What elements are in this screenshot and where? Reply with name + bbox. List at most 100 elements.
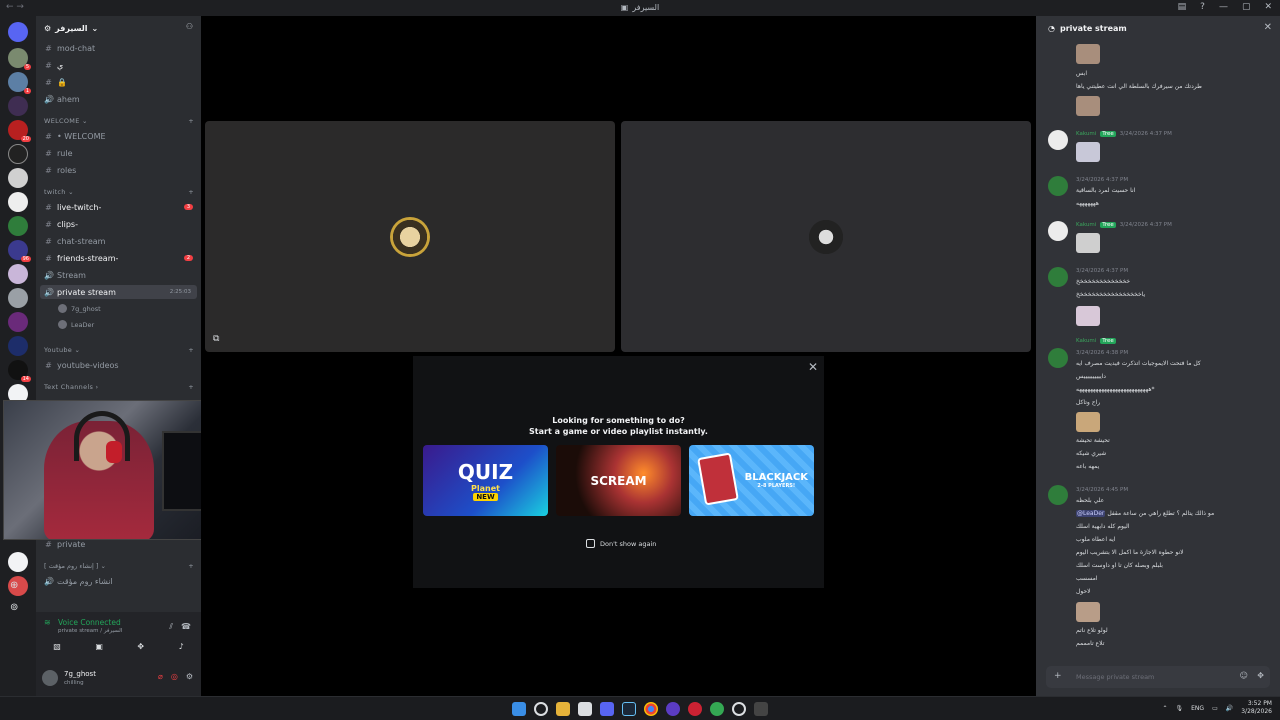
- app-icon[interactable]: [688, 702, 702, 716]
- participant-tile[interactable]: ⧉: [205, 121, 615, 352]
- dont-show-again[interactable]: Don't show again: [586, 539, 656, 548]
- server-icon[interactable]: [8, 216, 28, 236]
- mute-icon[interactable]: ⌀: [158, 672, 163, 681]
- channel-ya[interactable]: # ي: [40, 58, 197, 72]
- activity-card-blackjack[interactable]: BLACKJACK 2-8 PLAYERS!: [689, 445, 814, 516]
- add-channel-icon[interactable]: +: [188, 383, 194, 391]
- back-forward-icon[interactable]: ← →: [6, 2, 24, 12]
- username[interactable]: 7g_ghost: [64, 670, 96, 678]
- popout-icon[interactable]: ⧉: [213, 334, 219, 344]
- disconnect-icon[interactable]: ☎: [181, 622, 191, 631]
- server-icon[interactable]: [8, 168, 28, 188]
- inbox-icon[interactable]: ▤: [1178, 2, 1187, 12]
- home-button[interactable]: [8, 22, 28, 42]
- user-mention[interactable]: @LeaDer: [1076, 510, 1106, 517]
- chrome-icon[interactable]: [644, 702, 658, 716]
- channel-clips[interactable]: # clips-: [40, 217, 197, 231]
- app-icon[interactable]: [754, 702, 768, 716]
- category-welcome[interactable]: WELCOME ⌄ +: [44, 117, 194, 125]
- voice-channel-ahem[interactable]: 🔊 ahem: [40, 92, 197, 106]
- server-icon[interactable]: 96: [8, 240, 31, 262]
- category-temp-room[interactable]: [ إنشاء روم مؤقت ] ⌄ +: [44, 562, 194, 570]
- close-icon[interactable]: ✕: [808, 360, 818, 374]
- discord-app-icon[interactable]: [600, 702, 614, 716]
- network-icon[interactable]: ▭: [1212, 705, 1218, 712]
- app-icon[interactable]: [666, 702, 680, 716]
- avatar[interactable]: [42, 670, 58, 686]
- camera-off-icon[interactable]: ▧: [53, 642, 61, 651]
- close-window-button[interactable]: ✕: [1264, 2, 1272, 12]
- start-icon[interactable]: [512, 702, 526, 716]
- chevron-up-icon[interactable]: ⌃: [1162, 705, 1167, 712]
- voice-status[interactable]: Voice Connected: [58, 618, 121, 627]
- volume-icon[interactable]: 🔊: [1226, 705, 1233, 712]
- activity-card-quiz[interactable]: QUIZ Planet NEW: [423, 445, 548, 516]
- invite-icon[interactable]: ⚇: [186, 22, 193, 31]
- server-icon[interactable]: 20: [8, 120, 31, 142]
- emoji-icon[interactable]: ☺: [1240, 671, 1248, 680]
- chrome-dev-icon[interactable]: [710, 702, 724, 716]
- server-icon[interactable]: [8, 288, 28, 308]
- avatar[interactable]: [1048, 221, 1068, 241]
- settings-icon[interactable]: ⚙: [186, 672, 193, 681]
- checkbox[interactable]: [586, 539, 595, 548]
- avatar[interactable]: [1048, 485, 1068, 505]
- server-icon[interactable]: [8, 96, 28, 116]
- minimize-button[interactable]: —: [1219, 2, 1228, 12]
- message-input[interactable]: Message private stream: [1076, 673, 1154, 681]
- apps-icon[interactable]: ✥: [1257, 671, 1264, 680]
- language-indicator[interactable]: ENG: [1191, 705, 1204, 712]
- channel-locked[interactable]: # 🔒: [40, 75, 197, 89]
- voice-channel-private-stream[interactable]: 🔊 private stream 2:25:03: [40, 285, 197, 299]
- category-text-channels[interactable]: Text Channels › +: [44, 383, 194, 391]
- avatar[interactable]: [1048, 176, 1068, 196]
- server-icon[interactable]: [8, 192, 28, 212]
- channel-live-twitch[interactable]: # live-twitch- 3: [40, 200, 197, 214]
- channel-youtube-videos[interactable]: # youtube-videos: [40, 358, 197, 372]
- screen-share-icon[interactable]: ▣: [95, 642, 103, 651]
- channel-chat-stream[interactable]: # chat-stream: [40, 234, 197, 248]
- settings-icon[interactable]: [732, 702, 746, 716]
- channel-mod-chat[interactable]: # mod-chat: [40, 41, 197, 55]
- store-icon[interactable]: [578, 702, 592, 716]
- category-twitch[interactable]: twitch ⌄ +: [44, 188, 194, 196]
- soundboard-icon[interactable]: ♪: [179, 642, 184, 651]
- channel-roles[interactable]: # roles: [40, 163, 197, 177]
- participant-tile[interactable]: [621, 121, 1031, 352]
- maximize-button[interactable]: ▢: [1242, 2, 1251, 12]
- add-channel-icon[interactable]: +: [188, 346, 194, 354]
- add-server-icon[interactable]: ⊕: [10, 580, 26, 596]
- voice-location[interactable]: private stream / السيرفر: [58, 628, 122, 634]
- file-explorer-icon[interactable]: [556, 702, 570, 716]
- add-channel-icon[interactable]: +: [188, 117, 194, 125]
- server-icon[interactable]: 5: [8, 48, 31, 70]
- channel-welcome[interactable]: # • WELCOME: [40, 129, 197, 143]
- attach-icon[interactable]: +: [1054, 671, 1062, 681]
- server-icon[interactable]: [8, 144, 28, 164]
- help-icon[interactable]: ?: [1200, 2, 1205, 12]
- server-icon[interactable]: 1: [8, 72, 31, 94]
- avatar[interactable]: [1048, 130, 1068, 150]
- server-icon[interactable]: [8, 312, 28, 332]
- deafen-icon[interactable]: ◎: [171, 672, 178, 681]
- channel-friends-stream[interactable]: # friends-stream- 2: [40, 251, 197, 265]
- voice-user[interactable]: LeaDer: [58, 320, 94, 329]
- server-icon[interactable]: [8, 336, 28, 356]
- server-icon[interactable]: [8, 552, 28, 572]
- voice-user[interactable]: 7g_ghost: [58, 304, 101, 313]
- activity-card-scream[interactable]: SCREAM: [556, 445, 681, 516]
- channel-rule[interactable]: # rule: [40, 146, 197, 160]
- activity-icon[interactable]: ✥: [137, 642, 144, 651]
- avatar[interactable]: [1048, 348, 1068, 368]
- close-icon[interactable]: ✕: [1264, 22, 1272, 33]
- avatar[interactable]: [1048, 267, 1068, 287]
- server-icon[interactable]: [8, 264, 28, 284]
- clock[interactable]: 3:52 PM 3/28/2026: [1241, 700, 1272, 716]
- voice-channel-stream[interactable]: 🔊 Stream: [40, 268, 197, 282]
- discover-icon[interactable]: ⊚: [10, 602, 26, 618]
- mic-icon[interactable]: 🎙: [1176, 705, 1184, 712]
- server-icon[interactable]: 14: [8, 360, 31, 382]
- add-channel-icon[interactable]: +: [188, 562, 194, 570]
- category-youtube[interactable]: Youtube ⌄ +: [44, 346, 194, 354]
- voice-channel-temp[interactable]: 🔊 انشاء روم مؤقت: [40, 574, 197, 588]
